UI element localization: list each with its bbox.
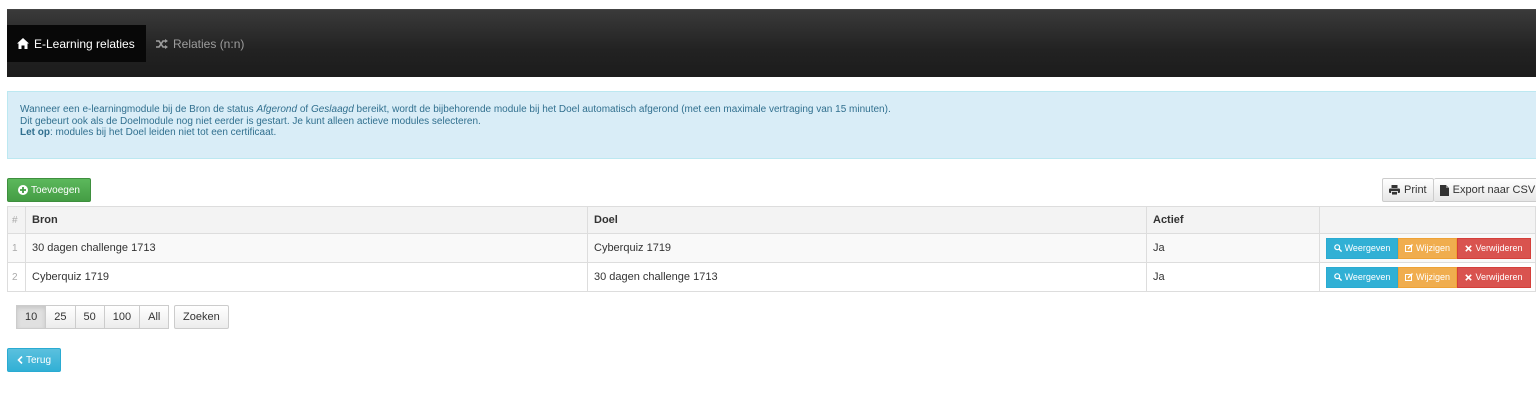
page-size-selector: 10 25 50 100 All xyxy=(16,305,170,329)
page-size-50[interactable]: 50 xyxy=(75,305,105,329)
tab-label: Relaties (n:n) xyxy=(173,36,245,51)
edit-button[interactable]: Wijzigen xyxy=(1398,266,1457,288)
cell-bron: 30 dagen challenge 1713 xyxy=(25,233,588,263)
info-alert: Wanneer een e-learningmodule bij de Bron… xyxy=(7,91,1536,159)
cell-actief: Ja xyxy=(1146,233,1320,263)
tab-label: E-Learning relaties xyxy=(34,36,135,51)
back-button[interactable]: Terug xyxy=(7,348,61,372)
alert-text: Wanneer een e-learningmodule bij de Bron… xyxy=(20,104,257,115)
cell-doel: 30 dagen challenge 1713 xyxy=(587,262,1147,292)
add-button[interactable]: Toevoegen xyxy=(7,178,91,202)
tab-relaties-n-n[interactable]: Relaties (n:n) xyxy=(146,25,254,62)
add-button-label: Toevoegen xyxy=(31,184,80,196)
cell-actions: Weergeven Wijzigen Verwijderen xyxy=(1319,233,1536,263)
search-icon xyxy=(1333,244,1342,252)
page-size-25[interactable]: 25 xyxy=(46,305,76,329)
view-label: Weergeven xyxy=(1344,243,1391,253)
print-button[interactable]: Print xyxy=(1382,178,1434,202)
alert-text: : modules bij het Doel leiden niet tot e… xyxy=(50,127,277,138)
alert-strong: Let op xyxy=(20,127,50,138)
edit-label: Wijzigen xyxy=(1415,272,1450,282)
table-row: 1 30 dagen challenge 1713 Cyberquiz 1719… xyxy=(7,233,1536,263)
view-label: Weergeven xyxy=(1344,272,1391,282)
tab-e-learning-relaties[interactable]: E-Learning relaties xyxy=(7,25,146,62)
alert-emphasis: Geslaagd xyxy=(310,104,354,115)
delete-label: Verwijderen xyxy=(1475,272,1523,282)
edit-button[interactable]: Wijzigen xyxy=(1398,237,1457,259)
chevron-left-icon xyxy=(17,356,23,364)
alert-text: of xyxy=(297,104,311,115)
cell-bron: Cyberquiz 1719 xyxy=(25,262,588,292)
cell-actief: Ja xyxy=(1146,262,1320,292)
page-size-100[interactable]: 100 xyxy=(104,305,141,329)
view-button[interactable]: Weergeven xyxy=(1326,237,1398,259)
relations-table: # Bron Doel Actief 1 30 dagen challenge … xyxy=(7,206,1536,292)
cell-doel: Cyberquiz 1719 xyxy=(587,233,1147,263)
export-csv-button[interactable]: Export naar CSV xyxy=(1433,178,1536,202)
page-size-all[interactable]: All xyxy=(140,305,170,329)
close-icon xyxy=(1465,273,1473,281)
cell-actions: Weergeven Wijzigen Verwijderen xyxy=(1319,262,1536,292)
plus-circle-icon xyxy=(18,185,29,195)
top-navbar: E-Learning relaties Relaties (n:n) xyxy=(7,9,1536,77)
home-icon xyxy=(17,38,29,49)
alert-emphasis: Afgerond xyxy=(256,104,298,115)
export-toolgroup: Print Export naar CSV xyxy=(1382,178,1536,202)
search-button[interactable]: Zoeken xyxy=(174,305,229,329)
alert-line-3: Let op: modules bij het Doel leiden niet… xyxy=(20,127,1524,139)
export-label: Export naar CSV xyxy=(1452,184,1536,196)
print-label: Print xyxy=(1404,184,1427,196)
table-header-row: # Bron Doel Actief xyxy=(7,206,1536,234)
header-doel[interactable]: Doel xyxy=(587,206,1147,234)
row-index: 2 xyxy=(7,262,26,292)
page-size-10[interactable]: 10 xyxy=(16,305,47,329)
edit-label: Wijzigen xyxy=(1415,243,1450,253)
view-button[interactable]: Weergeven xyxy=(1326,266,1398,288)
close-icon xyxy=(1465,244,1473,252)
delete-label: Verwijderen xyxy=(1475,243,1523,253)
back-label: Terug xyxy=(25,354,51,366)
search-icon xyxy=(1333,273,1342,281)
header-actions xyxy=(1319,206,1536,234)
row-index: 1 xyxy=(7,233,26,263)
file-icon xyxy=(1439,184,1449,196)
header-bron[interactable]: Bron xyxy=(25,206,588,234)
shuffle-icon xyxy=(156,38,168,49)
alert-text: bereikt, wordt de bijbehorende module bi… xyxy=(353,104,891,115)
header-index[interactable]: # xyxy=(7,206,26,234)
print-icon xyxy=(1389,185,1400,195)
edit-icon xyxy=(1404,273,1413,281)
delete-button[interactable]: Verwijderen xyxy=(1457,237,1531,259)
table-row: 2 Cyberquiz 1719 30 dagen challenge 1713… xyxy=(7,262,1536,292)
delete-button[interactable]: Verwijderen xyxy=(1457,266,1531,288)
alert-line-1: Wanneer een e-learningmodule bij de Bron… xyxy=(20,104,1524,116)
edit-icon xyxy=(1404,244,1413,252)
header-actief[interactable]: Actief xyxy=(1146,206,1320,234)
alert-line-2: Dit gebeurt ook als de Doelmodule nog ni… xyxy=(20,115,481,127)
